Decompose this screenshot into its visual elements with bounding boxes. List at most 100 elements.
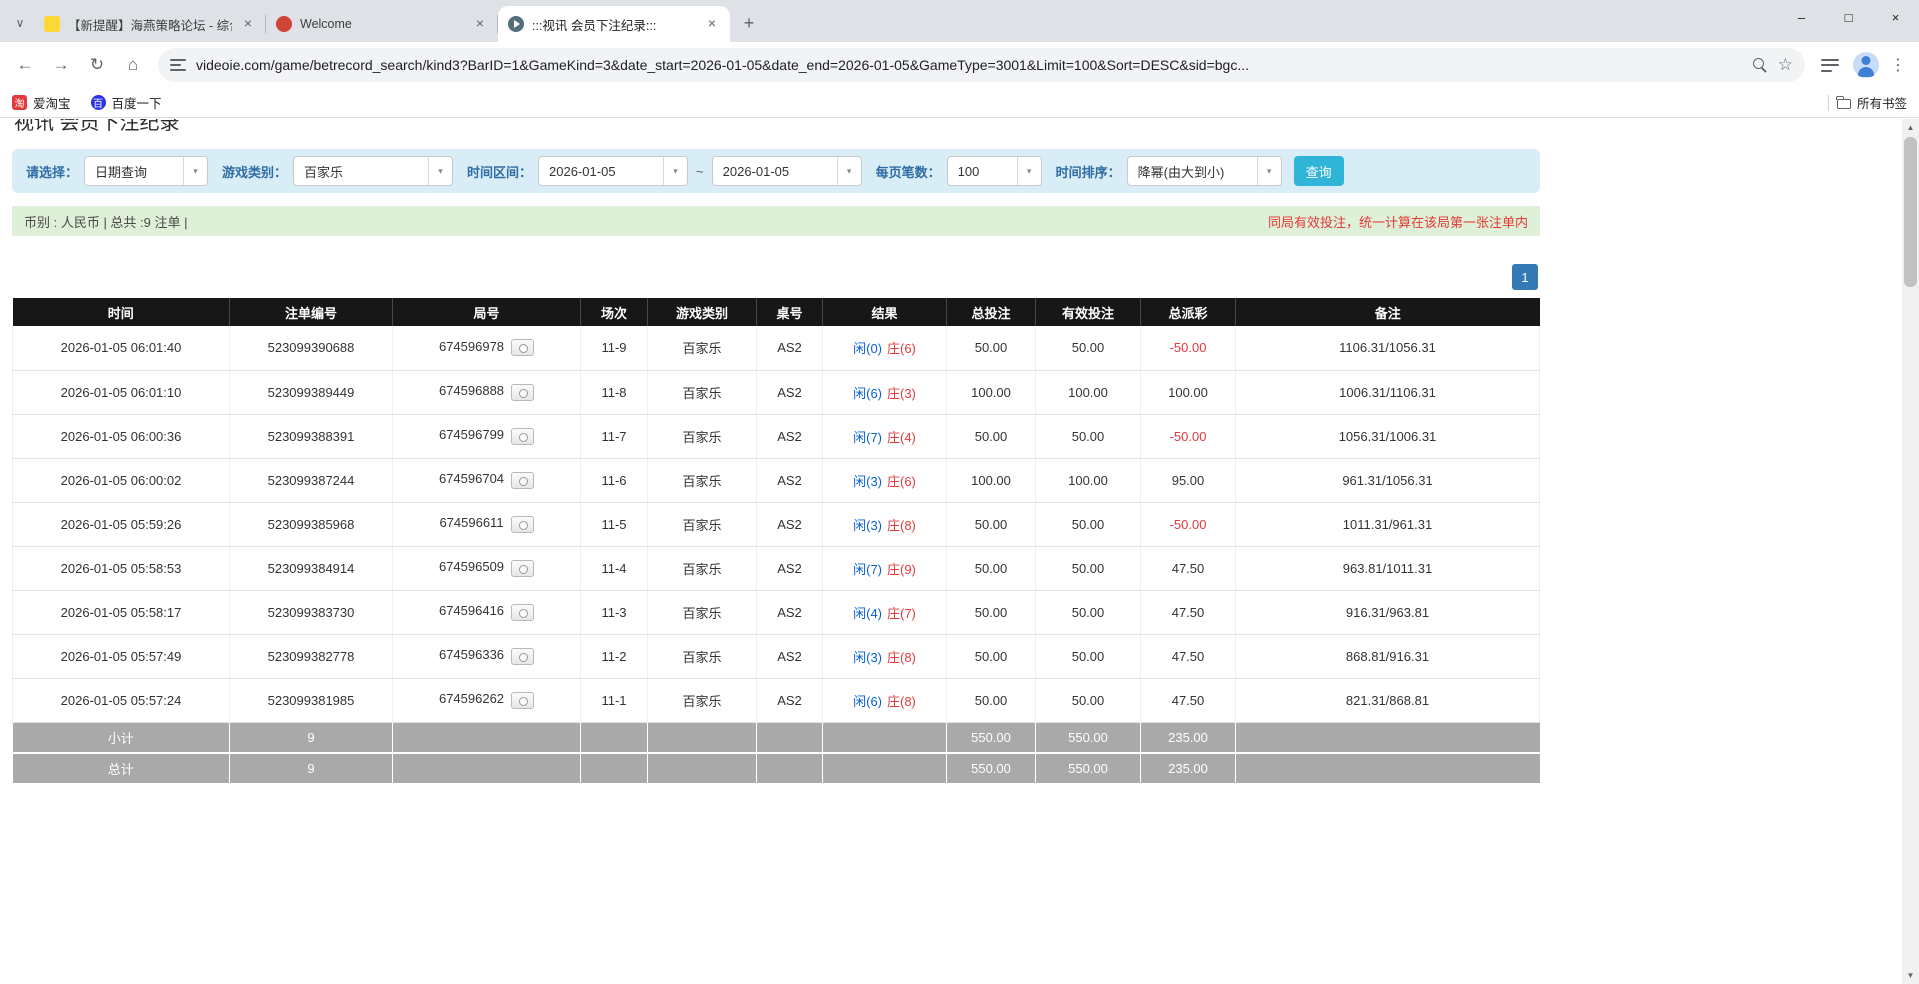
browser-tab-welcome[interactable]: Welcome × [266,6,498,42]
cell-note: 821.31/868.81 [1236,678,1540,722]
browser-toolbar: ← → ↻ ⌂ videoie.com/game/betrecord_searc… [0,42,1919,88]
cell-time: 2026-01-05 05:57:49 [13,634,230,678]
browser-tab-betrecord-active[interactable]: :::视讯 会员下注纪录::: × [498,6,730,42]
cell-note: 961.31/1056.31 [1236,458,1540,502]
video-replay-icon[interactable] [511,604,534,621]
cell-total-bet-link[interactable]: 50.00 [947,326,1036,370]
scroll-up-icon[interactable]: ▲ [1902,119,1919,136]
browser-tab-forum[interactable]: 【新提醒】海燕策略论坛 - 综合 × [34,6,266,42]
round-number: 674596416 [439,603,504,618]
column-header-payout: 总派彩 [1141,298,1236,326]
cell-payout: 47.50 [1141,590,1236,634]
site-info-icon[interactable] [170,59,186,71]
column-header-result: 结果 [823,298,947,326]
result-player: 闲(4) [853,606,882,621]
result-banker: 庄(3) [887,386,916,401]
date-start-select[interactable]: 2026-01-05 ▾ [538,156,688,186]
cell-total-bet-link[interactable]: 50.00 [947,546,1036,590]
cell-total-bet-link[interactable]: 100.00 [947,370,1036,414]
zoom-icon[interactable] [1752,57,1768,73]
profile-avatar[interactable] [1853,52,1879,78]
table-row: 2026-01-05 05:59:26 523099385968 6745966… [13,502,1540,546]
grand-total-row: 总计 9 550.00 550.00 235.00 [13,753,1540,784]
bookmark-taobao[interactable]: 淘 爱淘宝 [12,93,71,112]
cell-total-bet-link[interactable]: 100.00 [947,458,1036,502]
per-page-select[interactable]: 100 ▾ [947,156,1042,186]
sort-label: 时间排序： [1056,162,1121,181]
search-button[interactable]: 查询 [1294,156,1344,186]
result-player: 闲(6) [853,694,882,709]
bookmark-star-icon[interactable]: ☆ [1778,55,1793,75]
all-bookmarks-button[interactable]: 所有书签 [1837,93,1907,112]
page-1-button[interactable]: 1 [1512,264,1538,290]
result-banker: 庄(8) [887,694,916,709]
video-replay-icon[interactable] [511,516,534,533]
video-replay-icon[interactable] [511,692,534,709]
total-payout: 235.00 [1141,753,1236,784]
cell-total-bet-link[interactable]: 50.00 [947,678,1036,722]
forum-favicon-icon [44,16,60,32]
sort-select[interactable]: 降幂(由大到小) ▾ [1127,156,1282,186]
game-type-label: 游戏类别： [222,162,287,181]
bookmark-baidu[interactable]: 百 百度一下 [91,93,162,112]
cell-round: 674596978 [393,326,581,370]
scroll-down-icon[interactable]: ▼ [1902,967,1919,984]
video-replay-icon[interactable] [511,384,534,401]
result-player: 闲(6) [853,386,882,401]
scrollbar-thumb[interactable] [1904,137,1917,287]
date-end-select[interactable]: 2026-01-05 ▾ [712,156,862,186]
round-number: 674596978 [439,339,504,354]
new-tab-button[interactable]: + [734,8,764,38]
cell-time: 2026-01-05 05:58:17 [13,590,230,634]
cell-round: 674596416 [393,590,581,634]
cell-session: 11-5 [581,502,648,546]
total-valid-bet: 550.00 [1036,753,1141,784]
cell-valid-bet: 50.00 [1036,414,1141,458]
cell-result: 闲(7)庄(4) [823,414,947,458]
bookmarks-bar: 淘 爱淘宝 百 百度一下 所有书签 [0,88,1919,118]
close-window-button[interactable]: × [1872,0,1919,34]
cell-payout: -50.00 [1141,502,1236,546]
media-controls-icon[interactable] [1813,48,1847,82]
tab-close-icon[interactable]: × [704,16,720,32]
browser-menu-icon[interactable]: ⋮ [1885,55,1911,75]
query-type-select[interactable]: 日期查询 ▾ [84,156,208,186]
cell-result: 闲(0)庄(6) [823,326,947,370]
tab-search-chevron-icon[interactable]: ∨ [6,6,34,40]
video-replay-icon[interactable] [511,648,534,665]
cell-note: 916.31/963.81 [1236,590,1540,634]
summary-note-text: 同局有效投注，统一计算在该局第一张注单内 [1268,212,1528,231]
video-replay-icon[interactable] [511,560,534,577]
all-bookmarks-label: 所有书签 [1857,93,1907,112]
maximize-button[interactable]: □ [1825,0,1872,34]
cell-total-bet-link[interactable]: 50.00 [947,502,1036,546]
minimize-button[interactable]: – [1778,0,1825,34]
round-number: 674596336 [439,647,504,662]
cell-table: AS2 [757,370,823,414]
forward-icon[interactable]: → [44,48,78,82]
game-type-select[interactable]: 百家乐 ▾ [293,156,453,186]
refresh-icon[interactable]: ↻ [80,48,114,82]
cell-valid-bet: 50.00 [1036,634,1141,678]
back-icon[interactable]: ← [8,48,42,82]
cell-session: 11-9 [581,326,648,370]
cell-session: 11-3 [581,590,648,634]
cell-bet-id: 523099382778 [230,634,393,678]
tab-close-icon[interactable]: × [240,16,256,32]
url-text[interactable]: videoie.com/game/betrecord_search/kind3?… [196,57,1742,73]
cell-total-bet-link[interactable]: 50.00 [947,590,1036,634]
total-count: 9 [230,753,393,784]
round-number: 674596611 [439,515,503,530]
tab-close-icon[interactable]: × [472,16,488,32]
video-replay-icon[interactable] [511,339,534,356]
url-bar[interactable]: videoie.com/game/betrecord_search/kind3?… [158,48,1805,82]
video-replay-icon[interactable] [511,428,534,445]
cell-total-bet-link[interactable]: 50.00 [947,634,1036,678]
cell-table: AS2 [757,678,823,722]
result-banker: 庄(8) [887,518,916,533]
vertical-scrollbar[interactable]: ▲ ▼ [1902,119,1919,984]
cell-total-bet-link[interactable]: 50.00 [947,414,1036,458]
video-replay-icon[interactable] [511,472,534,489]
home-icon[interactable]: ⌂ [116,48,150,82]
cell-valid-bet: 50.00 [1036,502,1141,546]
